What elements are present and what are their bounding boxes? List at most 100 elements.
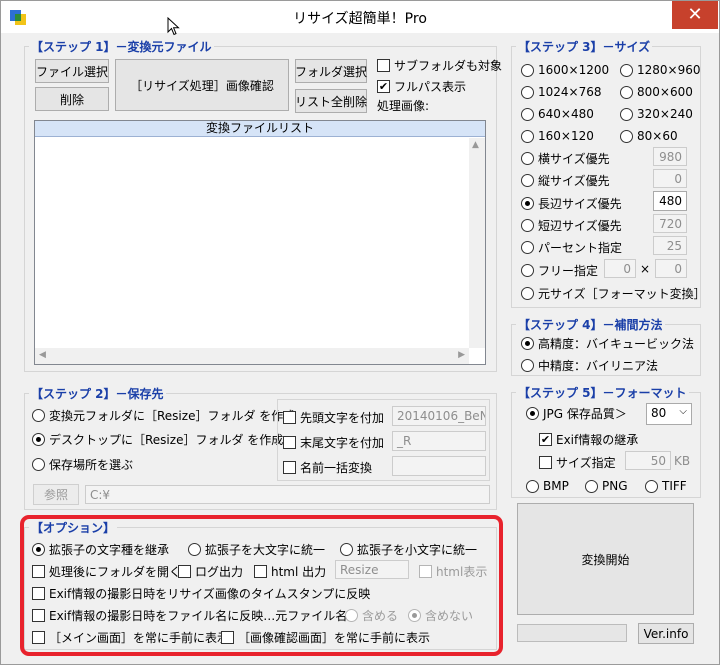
close-button[interactable]: ✕ bbox=[672, 1, 718, 29]
bmp-radio[interactable]: BMP bbox=[526, 479, 569, 493]
chevron-down-icon: ⌵ bbox=[679, 406, 687, 417]
save-source-label: 変換元フォルダに［Resize］フォルダ を作成 bbox=[49, 409, 296, 423]
tiff-radio[interactable]: TIFF bbox=[645, 479, 687, 493]
free-times-label: × bbox=[640, 262, 651, 276]
bmp-label: BMP bbox=[543, 479, 569, 493]
size-160-radio[interactable]: 160×120 bbox=[521, 129, 594, 143]
height-value-field[interactable]: 0 bbox=[653, 169, 687, 188]
jpg-radio[interactable]: JPG 保存品質＞ bbox=[526, 405, 627, 422]
width-value-field[interactable]: 980 bbox=[653, 147, 687, 166]
checkbox-box bbox=[377, 59, 390, 72]
window-title: リサイズ超簡単！Pro bbox=[293, 11, 427, 27]
size-640-radio[interactable]: 640×480 bbox=[521, 107, 594, 121]
chevron-left-icon[interactable]: ◀ bbox=[39, 350, 46, 360]
size-80-label: 80×60 bbox=[637, 129, 678, 143]
original-size-label: 元サイズ［フォーマット変換］ bbox=[538, 287, 706, 301]
file-list[interactable]: 変換ファイルリスト ▲ ◀ ▶ bbox=[34, 120, 486, 365]
suffix-field[interactable]: _R bbox=[392, 431, 486, 451]
free-width-field[interactable]: 0 bbox=[604, 259, 636, 278]
height-priority-radio[interactable]: 縦サイズ優先 bbox=[521, 172, 610, 189]
suffix-label: 末尾文字を付加 bbox=[300, 436, 385, 450]
exif-inherit-checkbox[interactable]: ✔ Exif情報の継承 bbox=[539, 431, 638, 448]
original-size-radio[interactable]: 元サイズ［フォーマット変換］ bbox=[521, 285, 706, 302]
save-desktop-label: デスクトップに［Resize］フォルダ を作成 bbox=[49, 433, 284, 447]
free-size-radio[interactable]: フリー指定 bbox=[521, 262, 598, 279]
size-1600-label: 1600×1200 bbox=[538, 63, 610, 77]
short-priority-label: 短辺サイズ優先 bbox=[538, 219, 622, 233]
jpg-label: JPG 保存品質＞ bbox=[543, 407, 627, 421]
percent-value-field[interactable]: 25 bbox=[653, 236, 687, 255]
rename-checkbox[interactable]: 名前一括変換 bbox=[283, 459, 372, 476]
size-spec-label: サイズ指定 bbox=[556, 456, 616, 470]
width-priority-radio[interactable]: 横サイズ優先 bbox=[521, 150, 610, 167]
png-radio[interactable]: PNG bbox=[585, 479, 628, 493]
save-desktop-radio[interactable]: デスクトップに［Resize］フォルダ を作成 bbox=[32, 431, 283, 448]
height-priority-label: 縦サイズ優先 bbox=[538, 174, 610, 188]
png-label: PNG bbox=[602, 479, 628, 493]
folder-select-button[interactable]: フォルダ選択 bbox=[295, 59, 367, 83]
version-info-button[interactable]: Ver.info bbox=[638, 623, 694, 644]
exif-inherit-label: Exif情報の継承 bbox=[556, 433, 639, 447]
step5-legend: 【ステップ 5】－フォーマット bbox=[516, 384, 689, 401]
title-bar: リサイズ超簡単！Pro ✕ bbox=[1, 1, 719, 36]
size-80-radio[interactable]: 80×60 bbox=[620, 129, 678, 143]
subfolder-checkbox[interactable]: サブフォルダも対象 bbox=[377, 57, 502, 74]
mouse-cursor-icon bbox=[167, 17, 180, 36]
horizontal-scrollbar[interactable]: ◀ ▶ bbox=[35, 348, 469, 364]
rename-field[interactable] bbox=[392, 456, 486, 476]
bicubic-label: 高精度：バイキュービック法 bbox=[538, 337, 695, 351]
bilinear-radio[interactable]: 中精度：バイリニア法 bbox=[521, 357, 658, 374]
convert-start-button[interactable]: 変換開始 bbox=[517, 503, 694, 615]
chevron-right-icon[interactable]: ▶ bbox=[458, 350, 465, 360]
percent-radio[interactable]: パーセント指定 bbox=[521, 239, 622, 256]
prefix-field[interactable]: 20140106_BeNati bbox=[392, 406, 486, 426]
app-window: リサイズ超簡単！Pro ✕ 【ステップ 1】－変換元ファイル ファイル選択 削除… bbox=[0, 0, 720, 665]
prefix-checkbox[interactable]: 先頭文字を付加 bbox=[283, 409, 384, 426]
chevron-up-icon[interactable]: ▲ bbox=[472, 140, 479, 150]
save-choose-radio[interactable]: 保存場所を選ぶ bbox=[32, 456, 133, 473]
browse-button[interactable]: 参照 bbox=[33, 484, 79, 505]
size-unit-label: KB bbox=[674, 454, 691, 468]
long-priority-radio[interactable]: 長辺サイズ優先 bbox=[521, 195, 622, 212]
size-1600-radio[interactable]: 1600×1200 bbox=[521, 63, 609, 77]
bicubic-radio[interactable]: 高精度：バイキュービック法 bbox=[521, 335, 694, 352]
free-height-field[interactable]: 0 bbox=[655, 259, 687, 278]
suffix-checkbox[interactable]: 末尾文字を付加 bbox=[283, 434, 384, 451]
size-640-label: 640×480 bbox=[538, 107, 594, 121]
long-value-field[interactable]: 480 bbox=[653, 191, 687, 211]
save-path-field[interactable]: C:¥ bbox=[85, 485, 490, 504]
size-320-radio[interactable]: 320×240 bbox=[620, 107, 693, 121]
short-value-field[interactable]: 720 bbox=[653, 214, 687, 233]
file-select-button[interactable]: ファイル選択 bbox=[35, 59, 109, 83]
size-1024-radio[interactable]: 1024×768 bbox=[521, 85, 602, 99]
size-160-label: 160×120 bbox=[538, 129, 594, 143]
delete-button[interactable]: 削除 bbox=[35, 87, 109, 111]
size-800-radio[interactable]: 800×600 bbox=[620, 85, 693, 99]
step4-legend: 【ステップ 4】－補間方法 bbox=[516, 316, 665, 333]
tiff-label: TIFF bbox=[662, 479, 687, 493]
width-priority-label: 横サイズ優先 bbox=[538, 152, 610, 166]
step1-legend: 【ステップ 1】－変換元ファイル bbox=[29, 38, 214, 55]
quality-select[interactable]: 80 ⌵ bbox=[646, 403, 692, 425]
size-320-label: 320×240 bbox=[637, 107, 693, 121]
free-size-label: フリー指定 bbox=[538, 264, 599, 278]
size-spec-field[interactable]: 50 bbox=[625, 451, 671, 470]
resize-confirm-button[interactable]: ［リサイズ処理］画像確認 bbox=[115, 59, 289, 111]
fullpath-checkbox[interactable]: ✔ フルパス表示 bbox=[377, 78, 466, 95]
size-1280-radio[interactable]: 1280×960 bbox=[620, 63, 701, 77]
short-priority-radio[interactable]: 短辺サイズ優先 bbox=[521, 217, 622, 234]
long-priority-label: 長辺サイズ優先 bbox=[538, 197, 622, 211]
vertical-scrollbar[interactable]: ▲ bbox=[469, 138, 485, 348]
check-icon: ✔ bbox=[377, 80, 390, 93]
rename-label: 名前一括変換 bbox=[300, 461, 373, 475]
file-list-header: 変換ファイルリスト bbox=[35, 121, 485, 137]
progress-bar bbox=[517, 624, 627, 642]
clear-list-button[interactable]: リスト全削除 bbox=[295, 89, 367, 113]
size-spec-checkbox[interactable]: サイズ指定 bbox=[539, 454, 616, 471]
highlight-box bbox=[20, 515, 503, 656]
quality-value: 80 bbox=[651, 406, 667, 420]
size-1280-label: 1280×960 bbox=[637, 63, 701, 77]
size-800-label: 800×600 bbox=[637, 85, 693, 99]
subfolder-label: サブフォルダも対象 bbox=[394, 59, 503, 73]
save-source-radio[interactable]: 変換元フォルダに［Resize］フォルダ を作成 bbox=[32, 407, 295, 424]
